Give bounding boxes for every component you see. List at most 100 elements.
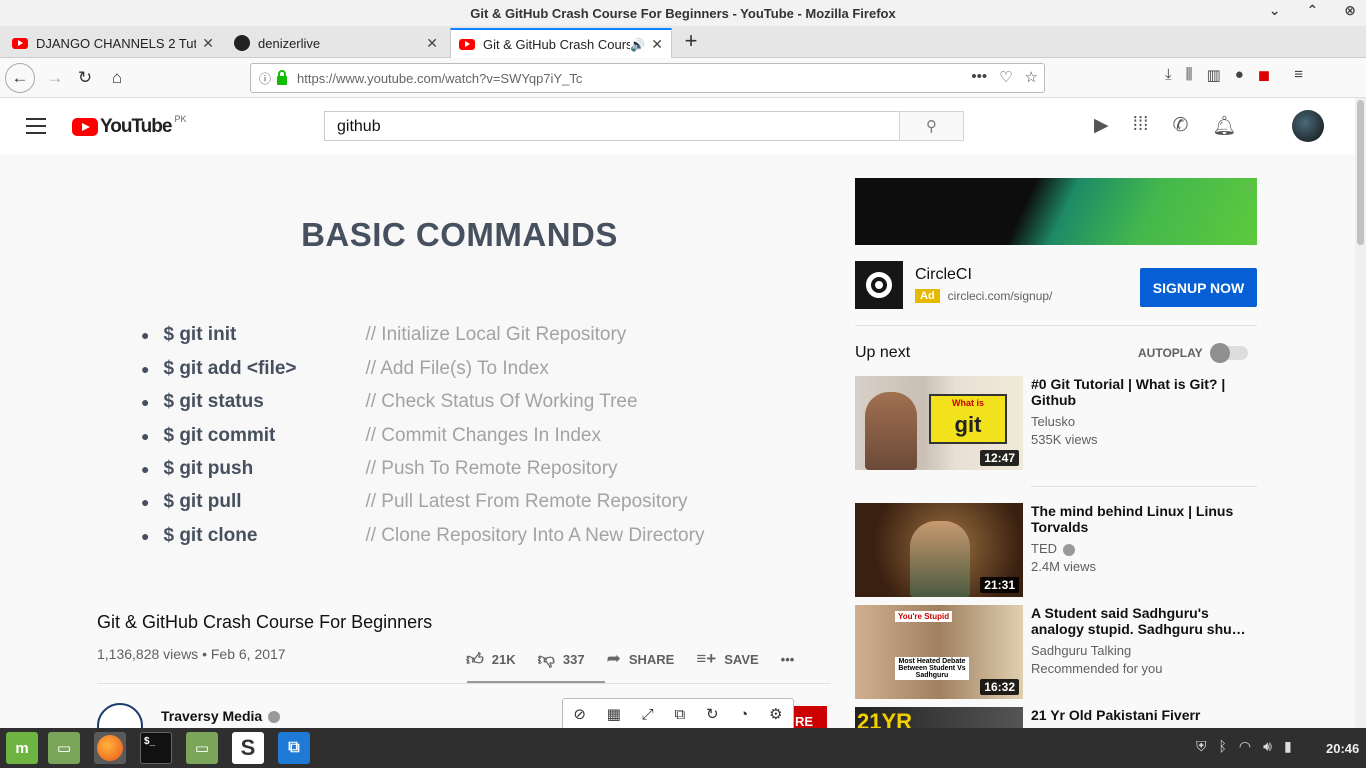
autoplay-toggle[interactable] (1210, 343, 1248, 363)
toolbar-right: ⤓ ⫼ ▥ ● ◼ ≡ (1165, 66, 1303, 84)
firefox-icon[interactable] (94, 732, 126, 764)
channel-avatar[interactable] (97, 703, 143, 728)
recommendation-title[interactable]: #0 Git Tutorial | What is Git? | Github (1031, 376, 1257, 408)
create-video-icon[interactable]: ▶ (1094, 114, 1109, 138)
vscode-icon[interactable]: ⧉ (278, 732, 310, 764)
film-icon[interactable]: ▦ (607, 705, 621, 723)
folder-icon[interactable]: ▭ (186, 732, 218, 764)
video-thumbnail[interactable]: You're Stupid Most Heated Debate Between… (855, 605, 1023, 699)
downloads-icon[interactable]: ⤓ (1165, 66, 1172, 84)
dislike-button[interactable]: 👎︎ 337 (538, 649, 585, 670)
command-text: $ git commit (163, 425, 276, 446)
speedometer-icon[interactable]: ◔ (739, 706, 748, 723)
page-actions-button[interactable]: ••• (971, 68, 987, 86)
recommendation-item[interactable]: What is git 12:47 #0 Git Tutorial | What… (855, 376, 1257, 471)
recommendation-title[interactable]: 21 Yr Old Pakistani Fiverr (1031, 707, 1257, 723)
video-thumbnail[interactable]: What is git 12:47 (855, 376, 1023, 470)
account-icon[interactable]: ● (1235, 66, 1244, 84)
minimize-button[interactable]: ⌄ (1269, 2, 1281, 19)
messages-icon[interactable]: ✆ (1172, 114, 1188, 138)
bluetooth-icon[interactable]: ᛒ (1219, 738, 1227, 755)
youtube-logo[interactable]: YouTube PK (72, 114, 187, 138)
command-text: $ git init (163, 324, 237, 345)
info-divider (97, 683, 831, 684)
share-button[interactable]: ➦ SHARE (607, 649, 675, 669)
like-button[interactable]: 👍︎ 21K (466, 649, 516, 670)
terminal-icon[interactable]: $_ (140, 732, 172, 764)
video-player[interactable]: BASIC COMMANDS ● $ git init // Initializ… (97, 178, 831, 591)
reload-button[interactable]: ↻ (70, 63, 100, 93)
settings-gear-icon[interactable]: ⚙ (769, 705, 782, 723)
bullet-icon: ● (141, 327, 150, 343)
recommendation-item[interactable]: You're Stupid Most Heated Debate Between… (855, 605, 1257, 700)
signup-now-button[interactable]: SIGNUP NOW (1140, 268, 1257, 307)
close-tab-icon[interactable]: ✕ (651, 36, 663, 53)
bookmark-star-icon[interactable]: ☆ (1025, 68, 1038, 86)
ad-url[interactable]: circleci.com/signup/ (948, 289, 1053, 303)
sidebar-icon[interactable]: ▥ (1207, 66, 1221, 84)
recommendation-title[interactable]: A Student said Sadhguru's analogy stupid… (1031, 605, 1257, 637)
scrollbar-thumb[interactable] (1357, 100, 1364, 245)
battery-icon[interactable]: ▮ (1284, 738, 1292, 755)
subscribe-button[interactable]: RE (793, 706, 827, 728)
block-icon[interactable]: ⊘ (573, 705, 586, 723)
ad-banner-image[interactable]: ⓘ (855, 178, 1257, 245)
recommendation-item[interactable]: 21YR 21 Yr Old Pakistani Fiverr (855, 707, 1257, 728)
library-icon[interactable]: ⫼ (1186, 66, 1193, 84)
command-description: // Pull Latest From Remote Repository (365, 491, 688, 512)
linux-mint-menu-icon[interactable]: m (6, 732, 38, 764)
menu-icon[interactable]: ≡ (1294, 66, 1303, 84)
save-button[interactable]: ≡+ SAVE (696, 649, 758, 669)
extension-icon[interactable]: ◼ (1258, 66, 1270, 84)
ad-advertiser-name[interactable]: CircleCI (915, 266, 972, 284)
back-button[interactable]: ← (5, 63, 35, 93)
ad-info-icon[interactable]: ⓘ (1243, 180, 1253, 195)
recommendation-channel[interactable]: Telusko (1031, 414, 1075, 429)
new-tab-button[interactable]: + (680, 26, 702, 56)
maximize-button[interactable]: ⌃ (1307, 2, 1319, 19)
tab-git-github-crash-course[interactable]: Git & GitHub Crash Cours 🔊 ✕ (450, 28, 672, 59)
clock[interactable]: 20:46 (1326, 741, 1359, 756)
video-thumbnail[interactable]: 21YR (855, 707, 1023, 728)
pocket-icon[interactable]: ♡ (999, 68, 1012, 86)
close-tab-icon[interactable]: ✕ (202, 35, 214, 52)
notifications-bell-icon[interactable]: 🔔︎ (1212, 114, 1236, 138)
shield-icon[interactable]: ⛨ (1196, 738, 1207, 755)
site-info-icon[interactable]: ⓘ (259, 70, 271, 87)
url-text[interactable]: https://www.youtube.com/watch?v=SWYqp7iY… (297, 71, 582, 86)
recommendation-item[interactable]: 21:31 The mind behind Linux | Linus Torv… (855, 503, 1257, 598)
recommendation-channel[interactable]: TED (1031, 541, 1075, 556)
volume-icon[interactable]: 🔊︎ (1263, 738, 1272, 755)
autoplay-label: AUTOPLAY (1138, 346, 1203, 360)
apps-grid-icon[interactable]: ⁞⁞⁞ (1133, 114, 1149, 138)
audio-playing-icon[interactable]: 🔊 (630, 38, 645, 52)
slack-icon[interactable]: S (232, 732, 264, 764)
video-thumbnail[interactable]: 21:31 (855, 503, 1023, 597)
youtube-logo-icon (72, 118, 98, 136)
recommendation-channel[interactable]: Sadhguru Talking (1031, 643, 1131, 658)
recommendation-title[interactable]: The mind behind Linux | Linus Torvalds (1031, 503, 1257, 535)
circleci-logo[interactable] (855, 261, 903, 309)
files-icon[interactable]: ▭ (48, 732, 80, 764)
youtube-favicon-icon (459, 39, 475, 50)
search-input[interactable]: github (324, 111, 900, 141)
home-button[interactable]: ⌂ (102, 63, 132, 93)
close-tab-icon[interactable]: ✕ (426, 35, 438, 52)
recommendation-views: 535K views (1031, 432, 1098, 447)
search-button[interactable]: ⚲ (899, 111, 964, 141)
forward-button[interactable]: → (40, 63, 70, 93)
page-scrollbar[interactable] (1355, 98, 1366, 728)
close-window-button[interactable]: ⊗ (1344, 2, 1356, 19)
wifi-icon[interactable]: ◠ (1239, 738, 1251, 755)
more-actions-button[interactable]: ••• (781, 652, 795, 667)
url-bar[interactable]: ⓘ https://www.youtube.com/watch?v=SWYqp7… (250, 63, 1045, 93)
copy-icon[interactable]: ⧉ (674, 706, 685, 723)
channel-name[interactable]: Traversy Media (161, 708, 281, 724)
region-code: PK (174, 114, 187, 124)
hamburger-menu-icon[interactable] (26, 118, 46, 134)
refresh-icon[interactable]: ↻ (706, 705, 719, 723)
user-avatar[interactable] (1292, 110, 1324, 142)
tab-django-channels[interactable]: DJANGO CHANNELS 2 Tuto ✕ (4, 28, 222, 58)
tab-denizerlive[interactable]: denizerlive ✕ (226, 28, 446, 58)
expand-icon[interactable]: ⤢ (642, 706, 654, 723)
